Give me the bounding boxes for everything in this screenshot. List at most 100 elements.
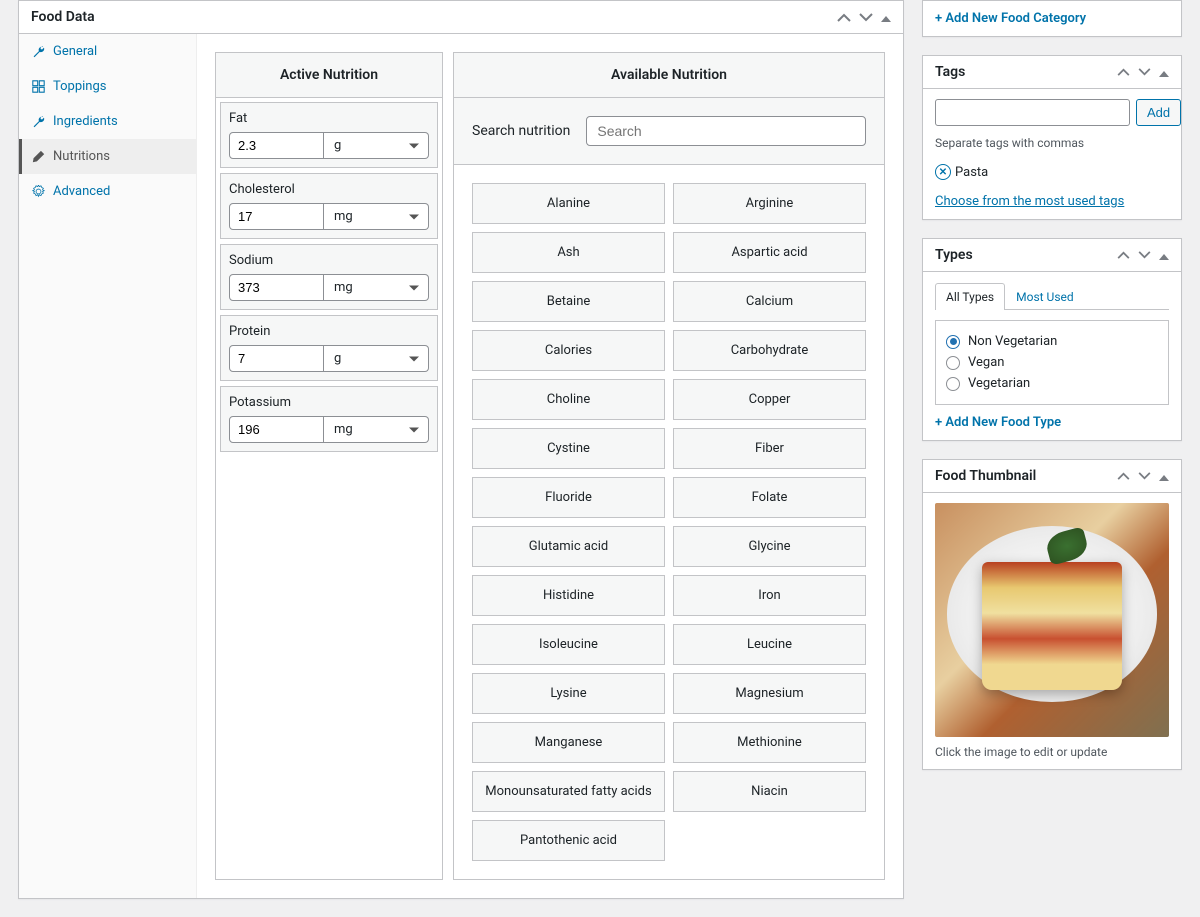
grid-icon [31, 80, 45, 93]
nutrition-chip[interactable]: Glycine [673, 526, 866, 567]
chevron-down-icon[interactable] [1138, 251, 1151, 259]
nutrition-unit-select[interactable]: g [324, 132, 429, 159]
chevron-down-icon[interactable] [859, 13, 873, 22]
nutrition-unit-select[interactable]: mg [324, 416, 429, 443]
triangle-up-icon[interactable] [1159, 248, 1169, 263]
nutrition-chip[interactable]: Lysine [472, 673, 665, 714]
nutrition-chip[interactable]: Folate [673, 477, 866, 518]
nutrition-value-input[interactable] [229, 274, 324, 301]
type-option-label: Vegetarian [968, 376, 1030, 391]
nutrition-chip[interactable]: Iron [673, 575, 866, 616]
food-data-title: Food Data [31, 9, 95, 25]
nutrition-value-input[interactable] [229, 416, 324, 443]
nutrition-chip[interactable]: Arginine [673, 183, 866, 224]
add-tag-button[interactable]: Add [1136, 99, 1181, 126]
nutrition-unit-select[interactable]: mg [324, 274, 429, 301]
sidebar-item-label: Nutritions [53, 149, 110, 164]
nutrition-row: Cholesterol mg [220, 173, 438, 239]
type-option[interactable]: Non Vegetarian [946, 331, 1158, 352]
nutrition-chip[interactable]: Calories [472, 330, 665, 371]
chevron-up-icon[interactable] [1117, 68, 1130, 76]
active-nutrition-panel: Active Nutrition FatgCholesterolmgSodium… [215, 52, 443, 880]
nutrition-chip[interactable]: Magnesium [673, 673, 866, 714]
nutrition-value-input[interactable] [229, 203, 324, 230]
nutrition-chip[interactable]: Aspartic acid [673, 232, 866, 273]
pencil-icon [31, 150, 45, 163]
nutrition-unit-select[interactable]: mg [324, 203, 429, 230]
sidebar-item-ingredients[interactable]: Ingredients [19, 104, 196, 139]
add-food-type-link[interactable]: + Add New Food Type [935, 415, 1061, 430]
most-used-tags-link[interactable]: Choose from the most used tags [935, 194, 1124, 209]
types-panel: Types All TypesMost Used Non Vegetarian V… [922, 238, 1182, 441]
wrench-icon [31, 45, 45, 58]
types-title: Types [935, 247, 973, 263]
nutrition-chip[interactable]: Cystine [472, 428, 665, 469]
nutrition-chip[interactable]: Pantothenic acid [472, 820, 665, 861]
available-nutrition-title: Available Nutrition [454, 53, 884, 98]
nutrition-chip[interactable]: Glutamic acid [472, 526, 665, 567]
nutrition-label: Sodium [229, 253, 429, 268]
nutrition-value-input[interactable] [229, 345, 324, 372]
nutrition-chip[interactable]: Methionine [673, 722, 866, 763]
tag-input[interactable] [935, 99, 1130, 126]
nutrition-chip[interactable]: Monounsaturated fatty acids [472, 771, 665, 812]
chevron-down-icon[interactable] [1138, 68, 1151, 76]
thumbnail-caption: Click the image to edit or update [935, 745, 1169, 759]
nutrition-chip[interactable]: Copper [673, 379, 866, 420]
radio-icon [946, 335, 960, 349]
sidebar-item-label: Ingredients [53, 114, 118, 129]
nutrition-value-input[interactable] [229, 132, 324, 159]
wrench-icon [31, 115, 45, 128]
food-data-sidebar: General Toppings Ingredients Nutritions Adva… [19, 34, 197, 898]
type-option[interactable]: Vegetarian [946, 373, 1158, 394]
chevron-up-icon[interactable] [1117, 251, 1130, 259]
sidebar-item-label: General [53, 44, 97, 59]
radio-icon [946, 356, 960, 370]
sidebar-item-nutritions[interactable]: Nutritions [19, 139, 196, 174]
triangle-up-icon[interactable] [881, 10, 891, 25]
available-nutrition-panel: Available Nutrition Search nutrition Ala… [453, 52, 885, 880]
sidebar-item-general[interactable]: General [19, 34, 196, 69]
sidebar-item-toppings[interactable]: Toppings [19, 69, 196, 104]
sidebar-item-advanced[interactable]: Advanced [19, 174, 196, 209]
nutrition-chip[interactable]: Manganese [472, 722, 665, 763]
food-thumbnail-image[interactable] [935, 503, 1169, 737]
nutrition-chip[interactable]: Niacin [673, 771, 866, 812]
nutrition-chip[interactable]: Calcium [673, 281, 866, 322]
chevron-up-icon[interactable] [1117, 472, 1130, 480]
food-data-panel: Food Data General Toppings Ingredients Nutr… [18, 0, 904, 899]
thumbnail-panel: Food Thumbnail Click the image to edit o… [922, 459, 1182, 770]
tag-chip: ✕ Pasta [935, 164, 1169, 180]
tab-all-types[interactable]: All Types [935, 283, 1005, 310]
nutrition-label: Protein [229, 324, 429, 339]
chevron-up-icon[interactable] [837, 13, 851, 22]
food-data-header: Food Data [19, 1, 903, 34]
tags-title: Tags [935, 64, 965, 80]
nutrition-chip[interactable]: Histidine [472, 575, 665, 616]
tab-most-used[interactable]: Most Used [1005, 283, 1085, 310]
nutrition-chip[interactable]: Choline [472, 379, 665, 420]
chevron-down-icon[interactable] [1138, 472, 1151, 480]
nutrition-chip[interactable]: Fluoride [472, 477, 665, 518]
thumbnail-title: Food Thumbnail [935, 468, 1036, 484]
nutrition-chip[interactable]: Leucine [673, 624, 866, 665]
nutrition-unit-select[interactable]: g [324, 345, 429, 372]
active-nutrition-title: Active Nutrition [216, 53, 442, 98]
nutrition-chip[interactable]: Carbohydrate [673, 330, 866, 371]
type-option[interactable]: Vegan [946, 352, 1158, 373]
nutrition-label: Cholesterol [229, 182, 429, 197]
triangle-up-icon[interactable] [1159, 469, 1169, 484]
nutrition-label: Potassium [229, 395, 429, 410]
type-option-label: Vegan [968, 355, 1004, 370]
add-food-category-link[interactable]: + Add New Food Category [935, 11, 1086, 26]
search-nutrition-label: Search nutrition [472, 123, 570, 139]
nutrition-chip[interactable]: Isoleucine [472, 624, 665, 665]
remove-tag-icon[interactable]: ✕ [935, 164, 951, 180]
gear-icon [31, 185, 45, 198]
search-nutrition-input[interactable] [586, 116, 866, 146]
nutrition-chip[interactable]: Alanine [472, 183, 665, 224]
nutrition-chip[interactable]: Fiber [673, 428, 866, 469]
triangle-up-icon[interactable] [1159, 65, 1169, 80]
nutrition-chip[interactable]: Ash [472, 232, 665, 273]
nutrition-chip[interactable]: Betaine [472, 281, 665, 322]
